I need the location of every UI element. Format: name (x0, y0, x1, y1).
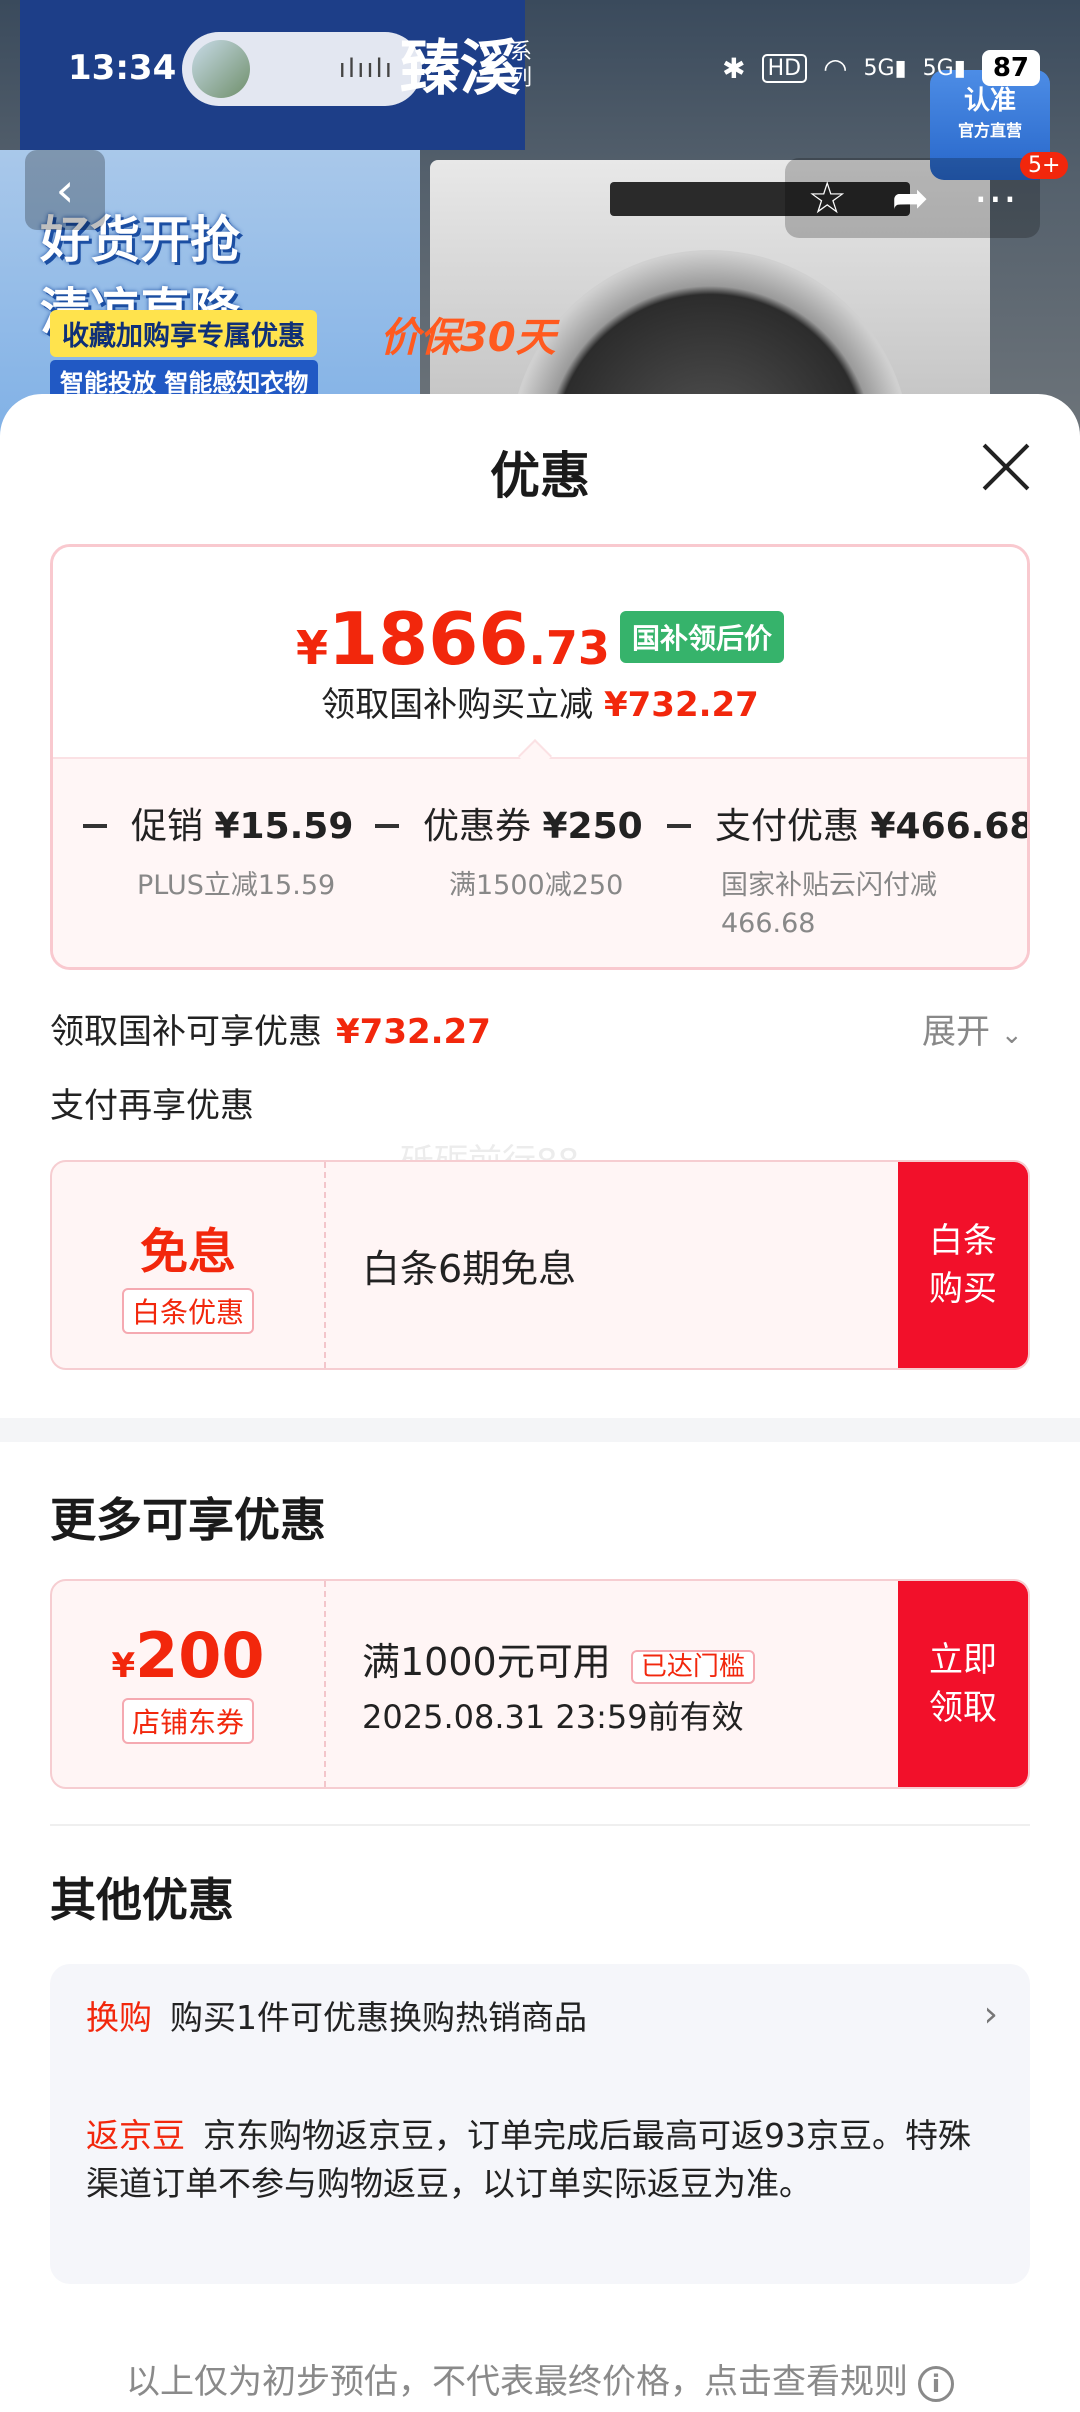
other-offers-box: 换购 购买1件可优惠换购热销商品 › 返京豆 京东购物返京豆，订单完成后最高可返93… (50, 1964, 1030, 2284)
status-time: 13:34 (68, 48, 177, 88)
subsidy-row: 领取国补可享优惠 ¥732.27 (50, 1012, 491, 1052)
back-button[interactable]: ‹ (25, 150, 105, 230)
media-pill[interactable]: ılıılı (182, 32, 422, 106)
expand-toggle[interactable]: 展开 ⌄ (922, 1004, 1023, 1053)
price-card: ¥1866.73 国补领后价 领取国补购买立减 ¥732.27 促销 ¥15.59… (50, 544, 1030, 970)
audio-wave-icon: ılıılı (338, 54, 394, 84)
more-offers-title: 更多可享优惠 (50, 1493, 326, 1547)
coupon-amount: ¥200 店铺东券 (52, 1581, 326, 1787)
pay-more-label: 支付再享优惠 (50, 1086, 254, 1126)
exchange-offer-item[interactable]: 换购 购买1件可优惠换购热销商品 (86, 1994, 986, 2042)
sheet-title: 优惠 (490, 447, 590, 505)
baitiao-buy-button[interactable]: 白条 购买 (898, 1162, 1028, 1368)
close-icon[interactable] (970, 432, 1040, 502)
promo-strip: 收藏加购享专属优惠 (50, 310, 317, 357)
other-offers-title: 其他优惠 (50, 1873, 234, 1927)
breakdown-payment: 支付优惠 ¥466.68 (667, 797, 1027, 849)
final-price: ¥1866.73 国补领后价 (53, 597, 1027, 681)
price-tag-badge: 国补领后价 (619, 611, 784, 663)
info-icon[interactable]: i (918, 2365, 954, 2402)
share-icon[interactable]: ➦ (892, 173, 929, 224)
bluetooth-icon: ✱ (722, 51, 746, 85)
footer-disclaimer[interactable]: 以上仅为初步预估，不代表最终价格，点击查看规则 i (0, 2354, 1080, 2403)
status-bar: 13:34 ılıılı ✱ HD ◠ 5G▮ 5G▮ 87 (0, 0, 1080, 140)
wifi-icon: ◠ (823, 51, 848, 85)
baitiao-left: 免息 白条优惠 (52, 1162, 326, 1368)
top-actions: ☆ ➦ ⋯ (785, 158, 1040, 238)
store-coupon-card: ¥200 店铺东券 满1000元可用 已达门槛 2025.08.31 23:59… (50, 1579, 1030, 1789)
chevron-right-icon[interactable]: › (984, 1994, 998, 2035)
claim-coupon-button[interactable]: 立即 领取 (898, 1581, 1028, 1787)
hd-icon: HD (761, 53, 808, 83)
chevron-down-icon: ⌄ (1000, 1020, 1023, 1050)
subsidy-summary: 领取国补购买立减 ¥732.27 (321, 685, 759, 725)
signal-icon-2: 5G▮ (922, 55, 966, 81)
message-count-badge: 5+ (1020, 152, 1069, 179)
breakdown-coupon-desc: 满1500减250 (449, 870, 624, 901)
breakdown-promo: 促销 ¥15.59 (83, 797, 353, 849)
breakdown-coupon: 优惠券 ¥250 (375, 797, 643, 849)
section-divider (0, 1418, 1080, 1442)
breakdown-payment-desc: 国家补贴云闪付减 466.68 (721, 870, 937, 939)
status-icons: ✱ HD ◠ 5G▮ 5G▮ 87 (722, 50, 1040, 86)
divider-line (50, 1824, 1030, 1826)
favorite-star-icon[interactable]: ☆ (807, 173, 846, 224)
jingdou-offer-item: 返京豆 京东购物返京豆，订单完成后最高可返93京豆。特殊渠道订单不参与购物返豆，以… (86, 2116, 971, 2203)
breakdown-promo-desc: PLUS立减15.59 (137, 870, 336, 901)
baitiao-text: 白条6期免息 (362, 1246, 577, 1291)
battery-icon: 87 (981, 50, 1040, 86)
threshold-reached-badge: 已达门槛 (630, 1649, 755, 1684)
more-icon[interactable]: ⋯ (974, 173, 1018, 224)
coupon-info: 满1000元可用 已达门槛 2025.08.31 23:59前有效 (362, 1581, 755, 1787)
chevron-left-icon: ‹ (55, 163, 75, 217)
price-protect-badge: 价保30天 (380, 315, 556, 361)
baitiao-offer-card: 免息 白条优惠 白条6期免息 白条 购买 (50, 1160, 1030, 1370)
discount-sheet: 优惠 ¥1866.73 国补领后价 领取国补购买立减 ¥732.27 促销 ¥15… (0, 394, 1080, 2412)
signal-icon: 5G▮ (863, 55, 907, 81)
media-thumbnail (192, 40, 250, 98)
